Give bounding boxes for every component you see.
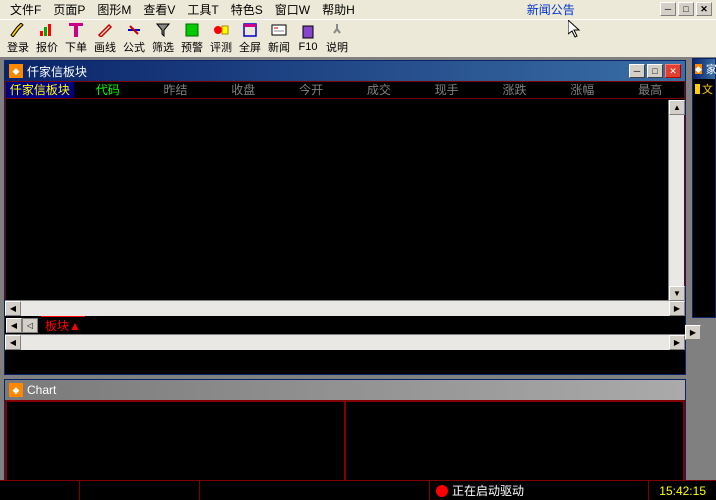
chart-title: Chart — [27, 383, 56, 397]
side-titlebar[interactable]: ◆ 家 — [693, 59, 715, 79]
scroll-right2-button[interactable]: ▶ — [669, 335, 685, 350]
main-window-controls: ─ □ ✕ — [660, 2, 712, 16]
statusbar: 正在启动驱动 15:42:15 — [0, 480, 716, 500]
news-announcement-link[interactable]: 新闻公告 — [521, 0, 581, 20]
alert-icon — [182, 22, 202, 38]
window-icon: ◆ — [9, 64, 23, 78]
login-button[interactable]: 登录 — [4, 22, 32, 55]
side-icon: ◆ — [695, 64, 702, 74]
fullscreen-icon — [240, 22, 260, 38]
side-folder-item[interactable]: 文 — [693, 79, 715, 99]
mdi-maximize[interactable]: □ — [647, 64, 663, 78]
col-high[interactable]: 最高 — [616, 82, 684, 98]
horizontal-scrollbar[interactable]: ◀ ▶ — [5, 300, 685, 316]
menu-view[interactable]: 查看V — [137, 0, 181, 20]
t-icon — [66, 22, 86, 38]
chart-window-icon: ◆ — [9, 383, 23, 397]
status-cell-1 — [0, 481, 80, 500]
sector-title: 仟家信板块 — [27, 63, 87, 80]
table-header: 仟家信板块 代码 昨结 收盘 今开 成交 现手 涨跌 涨幅 最高 — [5, 81, 685, 99]
status-indicator-icon — [436, 485, 448, 497]
scroll-left-button[interactable]: ◀ — [5, 301, 21, 316]
vertical-scrollbar[interactable]: ▲ ▼ — [668, 100, 684, 301]
menu-special[interactable]: 特色S — [225, 0, 269, 20]
filter-icon — [153, 22, 173, 38]
alert-button[interactable]: 预警 — [178, 22, 206, 55]
status-message-cell: 正在启动驱动 — [430, 481, 649, 500]
side-title: 家 — [706, 61, 716, 77]
mdi-minimize[interactable]: ─ — [629, 64, 645, 78]
col-volume[interactable]: 成交 — [345, 82, 413, 98]
horizontal-scrollbar-2[interactable]: ◀ ▶ — [5, 334, 685, 350]
tab-next2-button[interactable]: ▶ — [685, 325, 701, 340]
scroll-up-button[interactable]: ▲ — [669, 100, 685, 115]
col-open[interactable]: 今开 — [277, 82, 345, 98]
formula-icon — [124, 22, 144, 38]
chart-titlebar[interactable]: ◆ Chart — [5, 380, 685, 400]
f10-button[interactable]: F10 — [294, 24, 322, 53]
scroll-down-button[interactable]: ▼ — [669, 286, 685, 301]
menubar: 文件F 页面P 图形M 查看V 工具T 特色S 窗口W 帮助H 新闻公告 ─ □… — [0, 0, 716, 20]
scroll-left2-button[interactable]: ◀ — [5, 335, 21, 350]
help-button[interactable]: 说明 — [323, 22, 351, 55]
scroll-track-h2[interactable] — [21, 335, 669, 350]
quote-button[interactable]: 报价 — [33, 22, 61, 55]
table-body[interactable] — [5, 99, 685, 300]
sector-titlebar[interactable]: ◆ 仟家信板块 ─ □ ✕ — [5, 61, 685, 81]
tab-prev2-button[interactable]: ◁ — [22, 318, 38, 333]
menu-file[interactable]: 文件F — [4, 0, 47, 20]
minimize-button[interactable]: ─ — [660, 2, 676, 16]
status-clock: 15:42:15 — [649, 484, 716, 498]
review-icon — [211, 22, 231, 38]
scroll-track-h[interactable] — [21, 301, 669, 316]
col-change[interactable]: 涨跌 — [481, 82, 549, 98]
news-button[interactable]: 新闻 — [265, 22, 293, 55]
menu-help[interactable]: 帮助H — [316, 0, 361, 20]
filter-button[interactable]: 筛选 — [149, 22, 177, 55]
status-cell-3 — [200, 481, 430, 500]
fullscreen-button[interactable]: 全屏 — [236, 22, 264, 55]
order-button[interactable]: 下单 — [62, 22, 90, 55]
review-button[interactable]: 评测 — [207, 22, 235, 55]
pencil-icon — [95, 22, 115, 38]
tab-prev-button[interactable]: ◀ — [6, 318, 22, 333]
help-icon — [327, 22, 347, 38]
status-message: 正在启动驱动 — [452, 482, 524, 499]
scroll-right-button[interactable]: ▶ — [669, 301, 685, 316]
col-close[interactable]: 收盘 — [209, 82, 277, 98]
toolbar: 登录 报价 下单 画线 公式 筛选 预警 评测 全屏 新闻 F10 说明 — [0, 20, 716, 58]
menu-graph[interactable]: 图形M — [91, 0, 137, 20]
scroll-track-v[interactable] — [669, 115, 684, 286]
news-icon — [269, 22, 289, 38]
book-icon — [298, 24, 318, 40]
col-code[interactable]: 代码 — [74, 82, 142, 98]
draw-button[interactable]: 画线 — [91, 22, 119, 55]
status-cell-2 — [80, 481, 200, 500]
menu-tools[interactable]: 工具T — [181, 0, 224, 20]
mdi-close[interactable]: ✕ — [665, 64, 681, 78]
sector-tab[interactable]: 板块▲ — [41, 316, 85, 334]
col-change-pct[interactable]: 涨幅 — [548, 82, 616, 98]
formula-button[interactable]: 公式 — [120, 22, 148, 55]
chart-icon — [37, 22, 57, 38]
col-prev-close[interactable]: 昨结 — [142, 82, 210, 98]
menu-window[interactable]: 窗口W — [269, 0, 316, 20]
maximize-button[interactable]: □ — [678, 2, 694, 16]
workspace: ◆ 仟家信板块 ─ □ ✕ 仟家信板块 代码 昨结 收盘 今开 成交 现手 涨跌… — [0, 58, 716, 480]
tab-bar: ◀ ◁ 板块▲ ▷ ▶ — [5, 316, 685, 334]
brush-icon — [8, 22, 28, 38]
col-name[interactable]: 仟家信板块 — [6, 82, 74, 98]
sector-window: ◆ 仟家信板块 ─ □ ✕ 仟家信板块 代码 昨结 收盘 今开 成交 现手 涨跌… — [4, 60, 686, 375]
folder-icon — [695, 84, 700, 94]
col-current[interactable]: 现手 — [413, 82, 481, 98]
menu-page[interactable]: 页面P — [47, 0, 91, 20]
close-button[interactable]: ✕ — [696, 2, 712, 16]
side-panel: ◆ 家 文 — [692, 58, 716, 318]
